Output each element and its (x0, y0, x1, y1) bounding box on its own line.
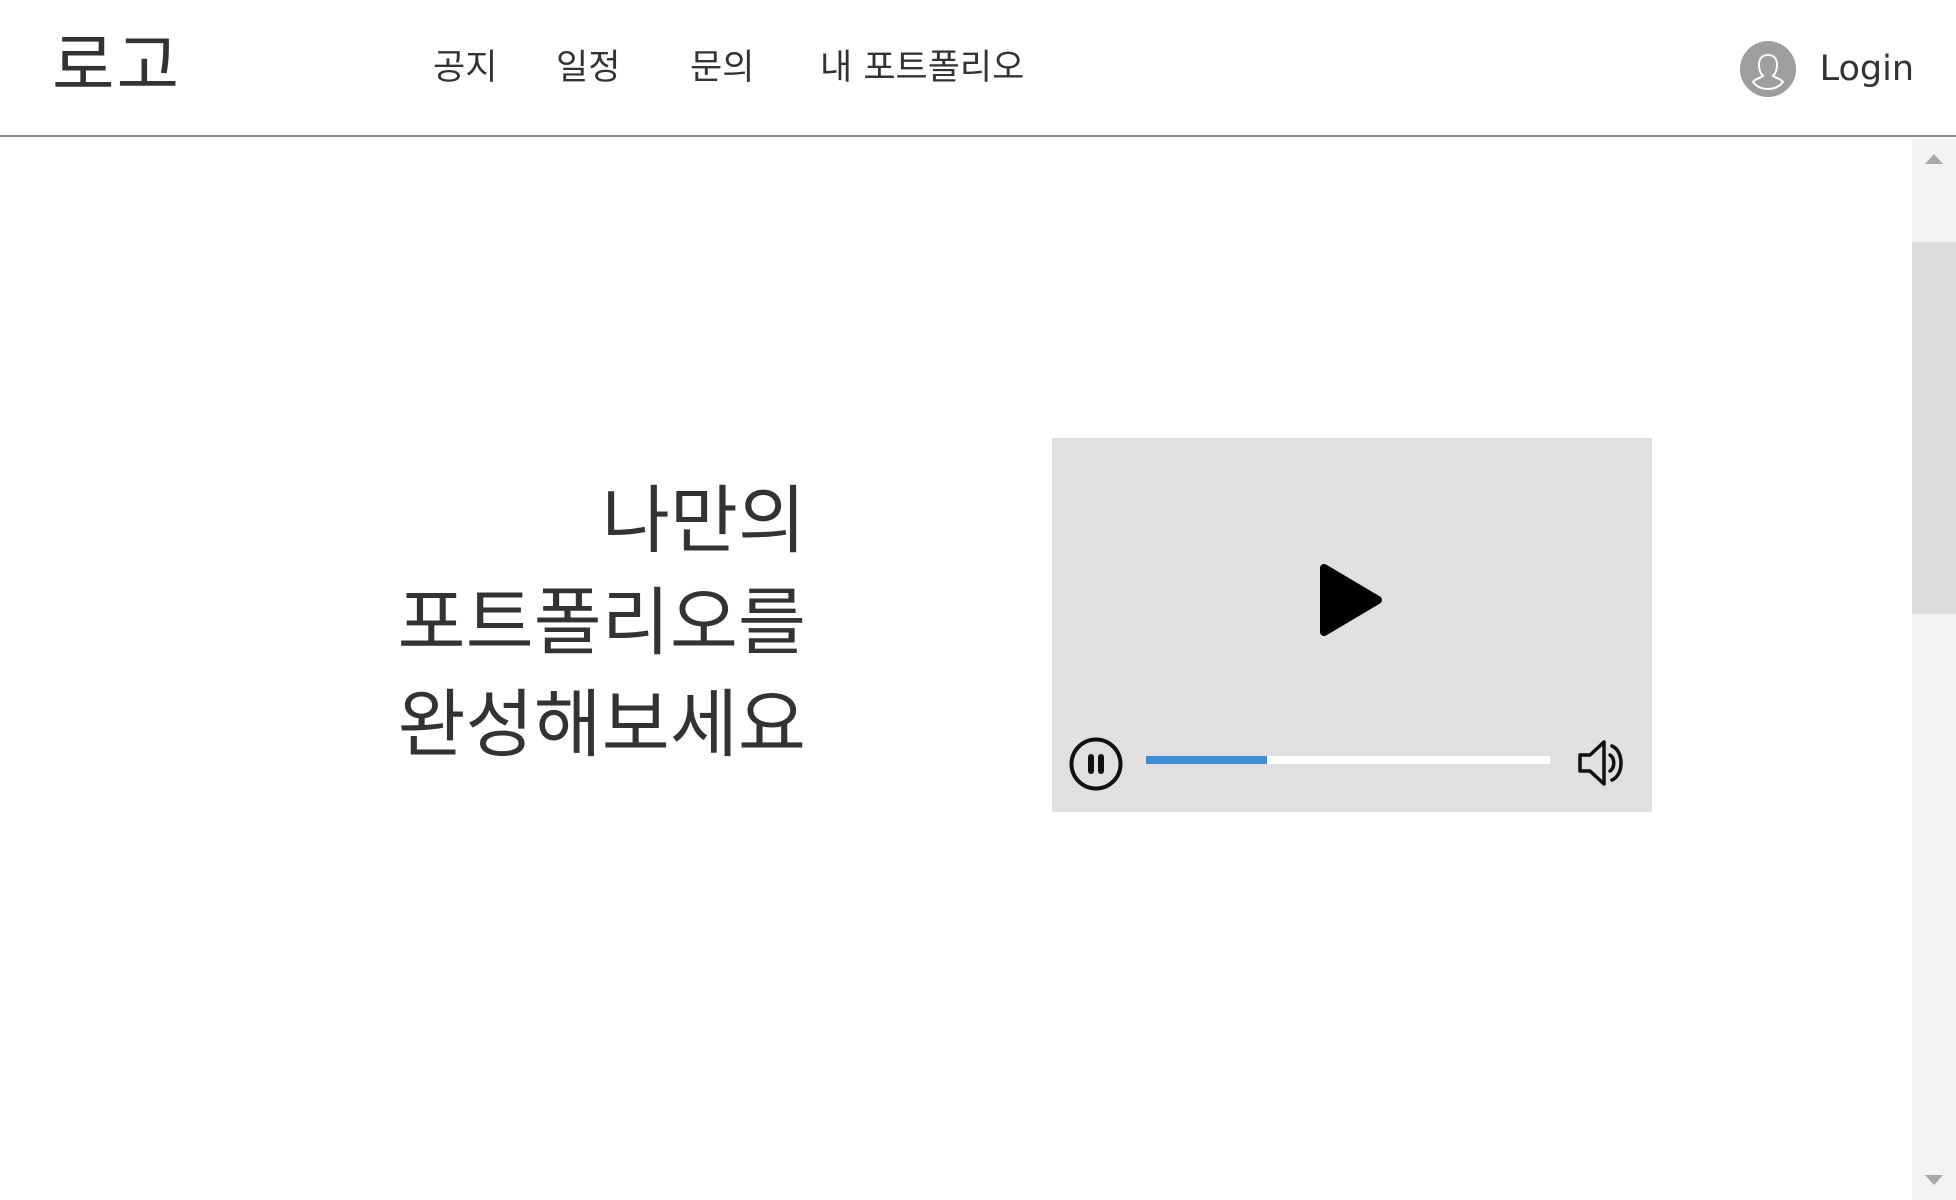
nav-item-notice[interactable]: 공지 (433, 44, 497, 92)
login-button[interactable]: Login (1739, 40, 1914, 98)
pause-icon[interactable] (1068, 736, 1124, 792)
user-avatar-icon (1739, 41, 1796, 97)
page: 로고 공지 일정 문의 내 포트폴리오 Login 나만의 포트폴리오를 완성해… (0, 0, 1956, 1200)
volume-icon[interactable] (1574, 733, 1634, 793)
nav-item-schedule[interactable]: 일정 (556, 44, 620, 92)
hero-headline: 나만의 포트폴리오를 완성해보세요 (398, 470, 806, 776)
scrollbar-thumb[interactable] (1912, 242, 1956, 614)
scroll-up-arrow-icon[interactable] (1912, 139, 1956, 179)
site-logo[interactable]: 로고 (52, 22, 181, 112)
hero-line: 나만의 (601, 478, 806, 564)
hero-line: 포트폴리오를 (397, 580, 806, 666)
nav-item-inquiry[interactable]: 문의 (690, 44, 754, 92)
hero-line: 완성해보세요 (397, 682, 806, 768)
nav-item-my-portfolio[interactable]: 내 포트폴리오 (820, 44, 1024, 92)
video-progress-fill (1146, 756, 1268, 764)
vertical-scrollbar[interactable] (1912, 139, 1956, 1200)
top-header: 로고 공지 일정 문의 내 포트폴리오 Login (0, 0, 1956, 137)
play-icon[interactable] (1316, 562, 1386, 638)
scroll-down-arrow-icon[interactable] (1912, 1160, 1956, 1200)
login-label: Login (1819, 49, 1914, 89)
video-progress-bar[interactable] (1146, 756, 1550, 764)
video-player[interactable] (1052, 438, 1652, 812)
